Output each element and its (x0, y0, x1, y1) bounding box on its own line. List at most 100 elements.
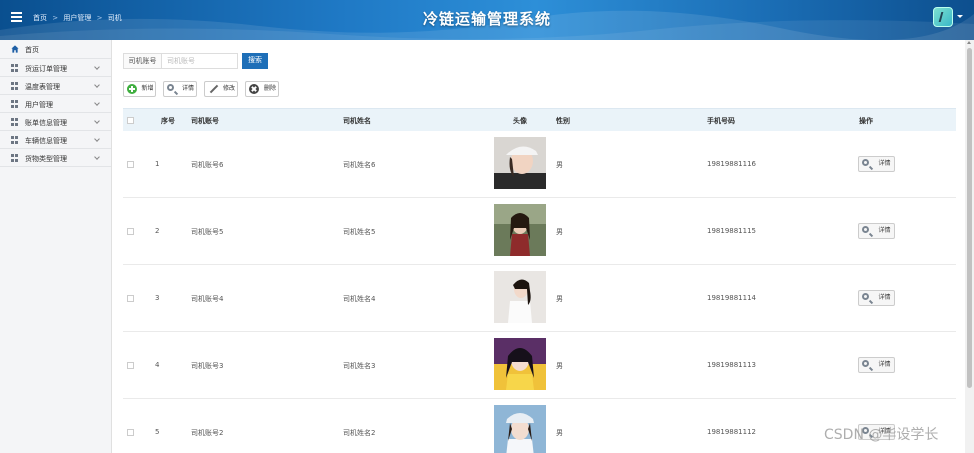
pencil-icon (208, 84, 218, 94)
grid-icon (11, 154, 19, 162)
search-icon (862, 360, 869, 367)
table-row[interactable]: 3 司机账号4 司机姓名4 男 19819881114 详情 (123, 265, 956, 332)
column-header-avatar: 头像 (513, 117, 527, 125)
grid-icon (11, 64, 19, 72)
grid-icon (11, 100, 19, 108)
search-icon (862, 293, 869, 300)
row-name: 司机姓名3 (343, 362, 376, 370)
plus-icon (127, 84, 137, 94)
row-checkbox[interactable] (127, 161, 134, 168)
watermark: CSDN @毕设学长 (824, 427, 939, 443)
grid-icon (11, 118, 19, 126)
chevron-down-icon (94, 64, 100, 70)
row-detail-button[interactable]: 详情 (858, 223, 895, 239)
edit-button[interactable]: 修改 (204, 81, 238, 97)
scrollbar-thumb[interactable] (967, 48, 972, 388)
select-all-checkbox[interactable] (127, 117, 134, 124)
row-name: 司机姓名6 (343, 161, 376, 169)
row-gender: 男 (556, 295, 563, 303)
row-detail-button[interactable]: 详情 (858, 357, 895, 373)
search-label: 司机账号 (123, 53, 161, 69)
column-header-phone: 手机号码 (707, 117, 735, 125)
add-button[interactable]: 新增 (123, 81, 156, 97)
edit-button-label: 修改 (222, 86, 235, 92)
page-scrollbar[interactable] (965, 40, 974, 453)
grid-icon (11, 82, 19, 90)
chevron-down-icon (94, 136, 100, 142)
row-gender: 男 (556, 161, 563, 169)
column-header-gender: 性别 (556, 117, 570, 125)
sidebar-item-label: 货运订单管理 (25, 65, 67, 73)
search-icon (862, 226, 869, 233)
row-account: 司机账号3 (191, 362, 224, 370)
chevron-down-icon (94, 154, 100, 160)
column-header-name: 司机姓名 (343, 117, 371, 125)
row-index: 2 (155, 227, 160, 235)
row-index: 4 (155, 361, 160, 369)
row-name: 司机姓名2 (343, 429, 376, 437)
row-index: 1 (155, 160, 160, 168)
row-account: 司机账号6 (191, 161, 224, 169)
row-checkbox[interactable] (127, 429, 134, 436)
user-avatar[interactable] (933, 7, 953, 27)
sidebar-item-label: 首页 (25, 46, 39, 54)
home-icon (11, 45, 19, 53)
table-row[interactable]: 2 司机账号5 司机姓名5 男 19819881115 详情 (123, 198, 956, 265)
row-phone: 19819881113 (707, 361, 756, 369)
add-button-label: 新增 (141, 86, 154, 92)
row-detail-label: 详情 (878, 362, 891, 368)
row-gender: 男 (556, 228, 563, 236)
sidebar-item-temperature[interactable]: 温度表管理 (0, 77, 111, 95)
row-detail-label: 详情 (878, 295, 891, 301)
row-index: 3 (155, 294, 160, 302)
sidebar-item-vehicles[interactable]: 车辆信息管理 (0, 131, 111, 149)
sidebar-item-bills[interactable]: 账单信息管理 (0, 113, 111, 131)
column-header-index: 序号 (161, 117, 175, 125)
chevron-down-icon[interactable] (957, 15, 963, 18)
delete-icon (249, 84, 259, 94)
row-gender: 男 (556, 429, 563, 437)
row-detail-label: 详情 (878, 161, 891, 167)
row-account: 司机账号4 (191, 295, 224, 303)
driver-avatar (494, 271, 546, 323)
search-input[interactable] (161, 53, 238, 69)
grid-icon (11, 136, 19, 144)
app-header: 首页 > 用户管理 > 司机 冷链运输管理系统 (0, 0, 974, 40)
chevron-down-icon (94, 100, 100, 106)
sidebar-item-label: 用户管理 (25, 101, 53, 109)
row-checkbox[interactable] (127, 362, 134, 369)
row-phone: 19819881115 (707, 227, 756, 235)
table-row[interactable]: 1 司机账号6 司机姓名6 男 19819881116 详情 (123, 131, 956, 198)
row-checkbox[interactable] (127, 228, 134, 235)
sidebar-item-label: 账单信息管理 (25, 119, 67, 127)
column-header-actions: 操作 (859, 117, 873, 125)
row-detail-button[interactable]: 详情 (858, 156, 895, 172)
row-phone: 19819881116 (707, 160, 756, 168)
row-gender: 男 (556, 362, 563, 370)
sidebar-item-cargo-types[interactable]: 货物类型管理 (0, 149, 111, 167)
detail-button[interactable]: 详情 (163, 81, 197, 97)
column-header-account: 司机账号 (191, 117, 219, 125)
search-icon (862, 159, 869, 166)
sidebar-item-label: 温度表管理 (25, 83, 60, 91)
row-detail-label: 详情 (878, 228, 891, 234)
row-name: 司机姓名4 (343, 295, 376, 303)
row-index: 5 (155, 428, 160, 436)
row-account: 司机账号5 (191, 228, 224, 236)
sidebar-item-home[interactable]: 首页 (0, 40, 111, 59)
driver-avatar (494, 338, 546, 390)
delete-button[interactable]: 删除 (245, 81, 279, 97)
row-detail-button[interactable]: 详情 (858, 290, 895, 306)
table-row[interactable]: 4 司机账号3 司机姓名3 男 19819881113 详情 (123, 332, 956, 399)
table-header: 序号 司机账号 司机姓名 头像 性别 手机号码 操作 (123, 108, 956, 131)
row-checkbox[interactable] (127, 295, 134, 302)
search-button[interactable]: 搜索 (242, 53, 268, 69)
row-account: 司机账号2 (191, 429, 224, 437)
driver-avatar (494, 405, 546, 453)
app-title: 冷链运输管理系统 (422, 10, 551, 28)
scroll-up-icon[interactable] (967, 41, 971, 44)
sidebar-item-freight-orders[interactable]: 货运订单管理 (0, 59, 111, 77)
row-phone: 19819881112 (707, 428, 756, 436)
sidebar-item-label: 车辆信息管理 (25, 137, 67, 145)
sidebar-item-users[interactable]: 用户管理 (0, 95, 111, 113)
